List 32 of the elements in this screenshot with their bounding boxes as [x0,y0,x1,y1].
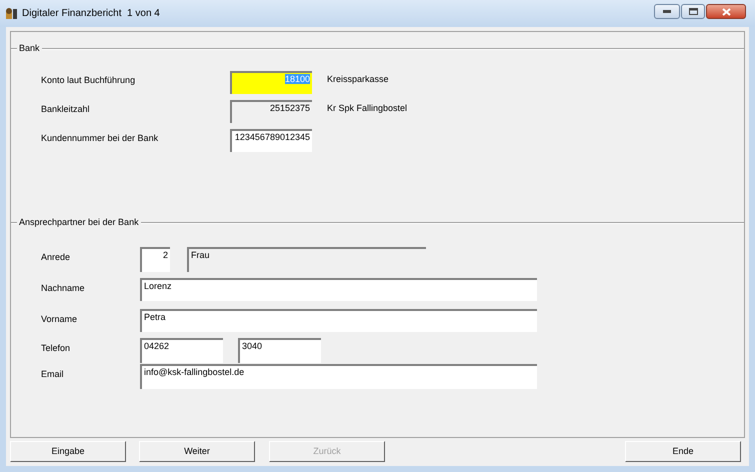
readonly-field[interactable]: 25152375 [230,100,312,123]
section-legend: Ansprechpartner bei der Bank [17,216,141,230]
window-title: Digitaler Finanzbericht 1 von 4 [22,7,160,21]
field-label: Anrede [41,251,72,264]
field-label: Konto laut Buchführung [41,74,136,87]
maximize-button[interactable] [681,4,705,19]
field-label: Nachname [41,282,86,295]
input-field[interactable]: 3040 [238,338,321,363]
readonly-field[interactable]: Frau [187,247,426,272]
maximize-icon [688,8,698,15]
field-label: Vorname [41,313,78,326]
input-field[interactable]: Petra [140,309,537,332]
field-label: Telefon [41,342,72,355]
minimize-icon [663,10,671,13]
input-field[interactable]: 123456789012345 [230,129,312,152]
input-field[interactable]: 2 [140,247,170,272]
minimize-button[interactable] [654,4,680,19]
close-icon [722,8,730,16]
close-button[interactable] [706,4,746,19]
input-field[interactable]: 04262 [140,338,223,363]
bank-name: Kreissparkasse [327,73,389,86]
nav-button[interactable]: Weiter [139,441,255,462]
field-label: Bankleitzahl [41,103,91,116]
app-icon [5,6,19,20]
field-label: Kundennummer bei der Bank [41,132,160,145]
input-field[interactable]: info@ksk-fallingbostel.de [140,364,537,389]
input-field[interactable]: Lorenz [140,278,537,301]
nav-button[interactable]: Eingabe [10,441,126,462]
nav-button[interactable]: Ende [625,441,741,462]
section-legend: Bank [17,42,42,56]
bank-name: Kr Spk Fallingbostel [327,102,408,115]
field-label: Email [41,368,65,381]
